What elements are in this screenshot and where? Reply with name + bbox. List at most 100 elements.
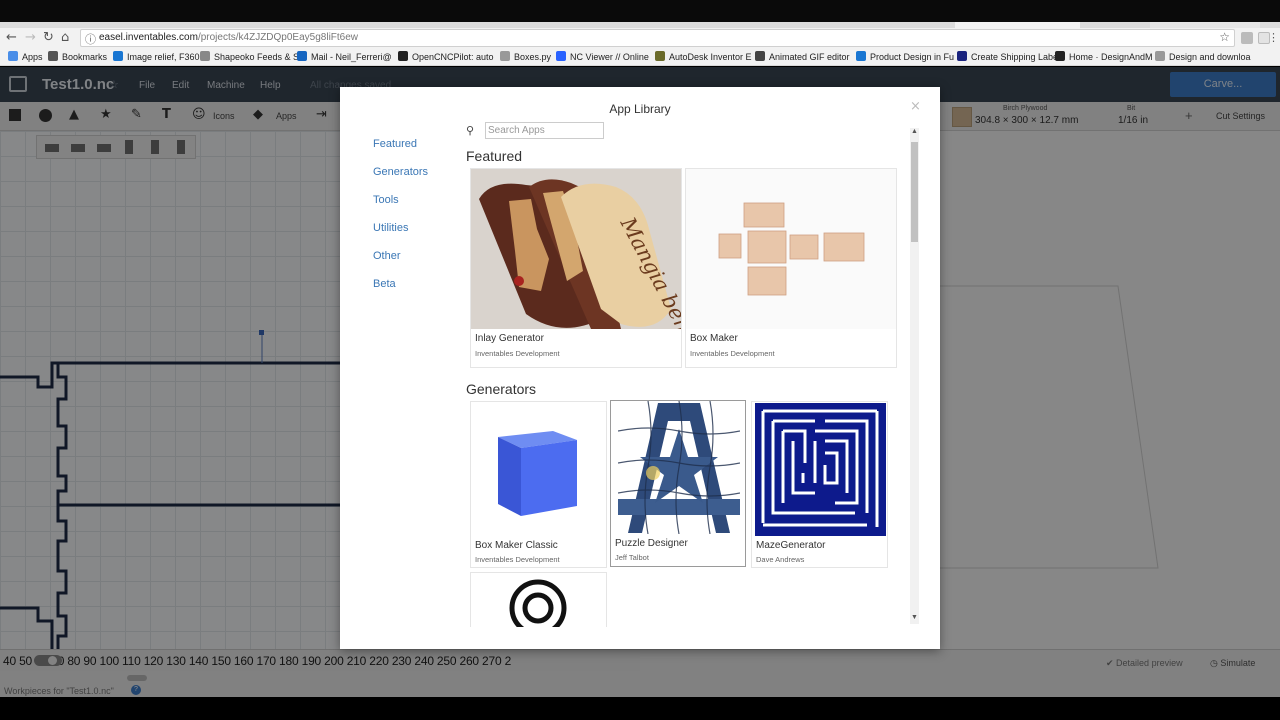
bookmark-label: Animated GIF editor — [769, 52, 850, 62]
bookmark-label: AutoDesk Inventor E — [669, 52, 752, 62]
bookmark-favicon-icon — [48, 51, 58, 61]
menu-kebab-icon[interactable]: ⋮ — [1268, 31, 1279, 44]
bookmark-favicon-icon — [1155, 51, 1165, 61]
bookmark-favicon-icon — [856, 51, 866, 61]
app-card-author: Dave Andrews — [756, 555, 805, 564]
circle-logo-image — [509, 579, 567, 627]
bookmark-item[interactable]: Design and downloa — [1155, 51, 1251, 62]
nav-beta[interactable]: Beta — [373, 278, 396, 290]
app-card-author: Jeff Talbot — [615, 553, 649, 562]
search-icon: ⚲ — [466, 124, 475, 137]
bookmark-label: Product Design in Fu — [870, 52, 955, 62]
maze-image — [761, 409, 879, 527]
search-input[interactable] — [485, 122, 604, 139]
bookmark-item[interactable]: AutoDesk Inventor E — [655, 51, 752, 62]
nav-other[interactable]: Other — [373, 250, 401, 262]
bookmarks-bar: Apps Bookmarks Image relief, F360 Shapeoko … — [0, 49, 1280, 66]
maze-generator-thumbnail — [755, 403, 886, 536]
bookmark-favicon-icon — [500, 51, 510, 61]
address-text: easel.inventables.com/projects/k4ZJZDQp0… — [99, 32, 359, 43]
bookmark-favicon-icon — [655, 51, 665, 61]
inlay-thumbnail: Mangia bene — [471, 169, 681, 329]
bookmark-item[interactable]: Home · DesignAndM — [1055, 51, 1153, 62]
dialog-title: App Library — [609, 102, 671, 116]
extension-icon[interactable] — [1241, 32, 1253, 44]
info-icon[interactable]: ⓘ — [85, 31, 96, 47]
bookmark-label: OpenCNCPilot: auto — [412, 52, 494, 62]
bookmark-item[interactable]: Create Shipping Labe — [957, 51, 1058, 62]
scrollbar-thumb[interactable] — [911, 142, 918, 242]
box-pieces-image — [718, 202, 865, 296]
bookmark-item[interactable]: Bookmarks — [48, 51, 107, 62]
app-card-partial[interactable] — [470, 572, 607, 627]
scroll-up-icon[interactable]: ▲ — [911, 128, 918, 135]
app-card-maze-generator[interactable]: MazeGenerator Dave Andrews — [751, 401, 888, 568]
bookmark-label: Boxes.py — [514, 52, 552, 62]
bookmark-favicon-icon — [297, 51, 307, 61]
app-card-inlay-generator[interactable]: Mangia bene Inlay Generator Inventables … — [470, 168, 682, 368]
bookmark-favicon-icon — [1055, 51, 1065, 61]
app-card-name: Inlay Generator — [475, 333, 544, 344]
nav-featured[interactable]: Featured — [373, 138, 417, 150]
bookmark-item[interactable]: Apps — [8, 51, 43, 62]
puzzle-designer-thumbnail — [618, 401, 740, 534]
app-card-puzzle-designer[interactable]: Puzzle Designer Jeff Talbot — [610, 400, 746, 567]
app-card-box-maker[interactable]: Box Maker Inventables Development — [685, 168, 897, 368]
bookmark-item[interactable]: Boxes.py — [500, 51, 551, 62]
bookmark-favicon-icon — [755, 51, 765, 61]
bookmark-favicon-icon — [8, 51, 18, 61]
window-top-band — [0, 0, 1280, 22]
app-card-author: Inventables Development — [690, 349, 775, 358]
scroll-down-icon[interactable]: ▼ — [911, 614, 918, 621]
bookmark-label: Home · DesignAndM — [1069, 52, 1153, 62]
app-card-name: Puzzle Designer — [615, 538, 688, 549]
back-icon[interactable]: ← — [6, 30, 17, 45]
nav-utilities[interactable]: Utilities — [373, 222, 408, 234]
app-library-dialog: App Library × Featured Generators Tools … — [340, 87, 940, 649]
reload-icon[interactable]: ↻ — [43, 30, 54, 45]
bookmark-star-icon[interactable]: ☆ — [1219, 30, 1230, 44]
bookmark-label: Shapeoko Feeds & S — [214, 52, 300, 62]
home-icon[interactable]: ⌂ — [61, 30, 69, 45]
app-card-name: MazeGenerator — [756, 540, 826, 551]
app-card-name: Box Maker — [690, 333, 738, 344]
bookmark-item[interactable]: Mail - Neil_Ferreri@ — [297, 51, 392, 62]
bookmark-item[interactable]: Product Design in Fu — [856, 51, 954, 62]
forward-icon[interactable]: → — [25, 30, 36, 45]
bookmark-label: Create Shipping Labe — [971, 52, 1059, 62]
window-bottom-band — [0, 697, 1280, 720]
generators-heading: Generators — [466, 381, 537, 397]
nav-tools[interactable]: Tools — [373, 194, 399, 206]
bookmark-label: NC Viewer // Online — [570, 52, 649, 62]
bookmark-label: Mail - Neil_Ferreri@ — [311, 52, 392, 62]
bookmark-label: Apps — [22, 52, 43, 62]
bookmark-favicon-icon — [398, 51, 408, 61]
app-card-author: Inventables Development — [475, 349, 560, 358]
nav-generators[interactable]: Generators — [373, 166, 428, 178]
puzzle-star-image — [618, 401, 740, 534]
bookmark-item[interactable]: Shapeoko Feeds & S — [200, 51, 299, 62]
box-maker-thumbnail — [686, 169, 896, 329]
bookmark-label: Design and downloa — [1169, 52, 1251, 62]
bookmark-favicon-icon — [200, 51, 210, 61]
dialog-scrollbar[interactable]: ▲ ▼ — [910, 128, 919, 624]
app-card-box-maker-classic[interactable]: Box Maker Classic Inventables Developmen… — [470, 401, 607, 568]
bookmark-item[interactable]: OpenCNCPilot: auto — [398, 51, 494, 62]
inlay-tags-image: Mangia bene — [479, 179, 681, 329]
box-maker-classic-thumbnail — [471, 402, 606, 537]
featured-heading: Featured — [466, 148, 523, 164]
bookmark-favicon-icon — [957, 51, 967, 61]
app-card-author: Inventables Development — [475, 555, 560, 564]
url-bar: ← → ↻ ⌂ ⓘ easel.inventables.com/projects… — [0, 28, 1280, 49]
bookmark-favicon-icon — [556, 51, 566, 61]
close-icon[interactable]: × — [910, 99, 921, 114]
address-field[interactable]: ⓘ easel.inventables.com/projects/k4ZJZDQ… — [80, 29, 1235, 47]
bookmark-item[interactable]: NC Viewer // Online — [556, 51, 649, 62]
bookmark-label: Bookmarks — [62, 52, 108, 62]
bookmark-label: Image relief, F360 — [127, 52, 200, 62]
bookmark-item[interactable]: Image relief, F360 — [113, 51, 200, 62]
bookmark-item[interactable]: Animated GIF editor — [755, 51, 850, 62]
blue-cube-image — [498, 431, 577, 516]
app-card-name: Box Maker Classic — [475, 540, 558, 551]
bookmark-favicon-icon — [113, 51, 123, 61]
